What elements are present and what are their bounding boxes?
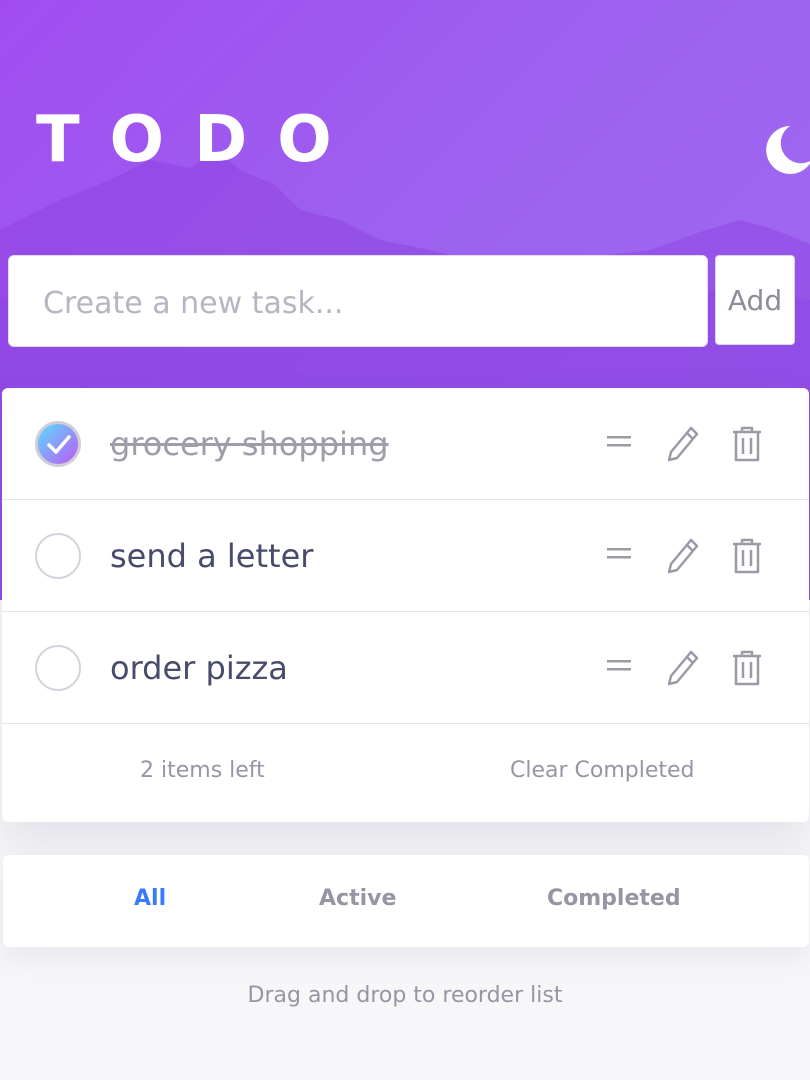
task-item[interactable]: order pizza	[2, 612, 809, 724]
task-checkbox[interactable]	[35, 533, 81, 579]
new-task-input[interactable]	[41, 276, 685, 330]
add-task-button[interactable]: Add	[715, 255, 795, 345]
task-list: grocery shopping send a letter order piz…	[2, 388, 809, 822]
filter-active[interactable]: Active	[319, 886, 396, 911]
trash-icon[interactable]	[730, 536, 764, 576]
pencil-icon[interactable]	[665, 648, 701, 688]
task-label: order pizza	[110, 649, 288, 687]
filter-completed[interactable]: Completed	[547, 886, 681, 911]
trash-icon[interactable]	[730, 424, 764, 464]
task-checkbox-checked[interactable]	[35, 421, 81, 467]
filter-bar: All Active Completed	[3, 855, 809, 947]
pencil-icon[interactable]	[665, 536, 701, 576]
task-item[interactable]: grocery shopping	[2, 388, 809, 500]
app-title: TODO	[36, 103, 362, 177]
moon-icon[interactable]	[760, 124, 810, 176]
list-footer: 2 items left Clear Completed	[2, 724, 809, 822]
drag-handle-icon[interactable]	[605, 538, 633, 574]
task-item[interactable]: send a letter	[2, 500, 809, 612]
clear-completed-button[interactable]: Clear Completed	[510, 758, 695, 783]
drag-handle-icon[interactable]	[605, 426, 633, 462]
drag-handle-icon[interactable]	[605, 650, 633, 686]
trash-icon[interactable]	[730, 648, 764, 688]
task-label: grocery shopping	[110, 425, 389, 463]
new-task-field[interactable]	[8, 255, 708, 347]
checkmark-icon	[47, 435, 71, 454]
filter-all[interactable]: All	[134, 886, 166, 911]
task-checkbox[interactable]	[35, 645, 81, 691]
items-left-count: 2 items left	[140, 758, 265, 783]
task-label: send a letter	[110, 537, 314, 575]
pencil-icon[interactable]	[665, 424, 701, 464]
reorder-hint: Drag and drop to reorder list	[247, 983, 563, 1008]
